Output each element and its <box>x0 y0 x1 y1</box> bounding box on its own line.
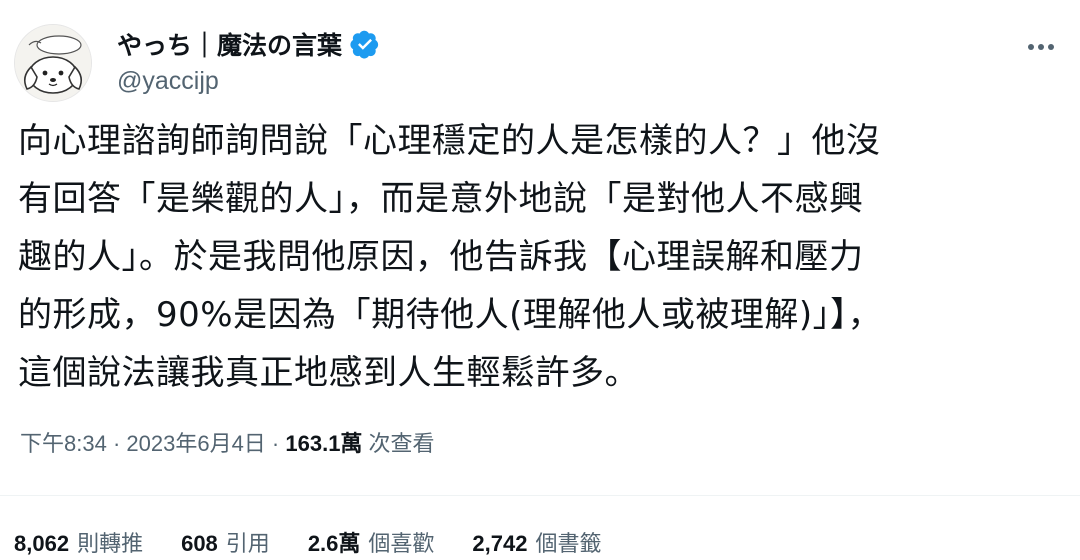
stat-label: 個喜歡 <box>368 531 435 556</box>
stat-label: 個書籤 <box>535 531 602 556</box>
tweet-text-line: 有回答「是樂觀的人」，而是意外地說「是對他人不感興 <box>18 179 864 219</box>
views-label: 次查看 <box>362 431 435 456</box>
author-handle[interactable]: @yaccijp <box>117 67 219 96</box>
engagement-stats: 8,062 則轉推 608 引用 2.6萬 個喜歡 2,742 個書籤 <box>14 526 602 558</box>
likes-stat[interactable]: 2.6萬 個喜歡 <box>308 526 435 558</box>
more-dot-icon <box>1028 44 1034 50</box>
tweet-text-line: 的形成，90%是因為「期待他人(理解他人或被理解)」】， <box>18 295 883 335</box>
tweet-text-line: 趣的人」。於是我問他原因，他告訴我【心理誤解和壓力 <box>18 237 864 277</box>
retweets-stat[interactable]: 8,062 則轉推 <box>14 526 143 558</box>
stat-value: 8,062 <box>14 531 70 556</box>
verified-badge-icon <box>350 30 379 59</box>
avatar[interactable] <box>14 24 92 102</box>
tweet-text-line: 向心理諮詢師詢問說「心理穩定的人是怎樣的人？」他沒 <box>18 121 881 161</box>
bookmarks-stat[interactable]: 2,742 個書籤 <box>472 526 601 558</box>
tweet-time[interactable]: 下午8:34 <box>20 431 107 456</box>
more-dot-icon <box>1048 44 1054 50</box>
views-count: 163.1萬 <box>285 431 363 456</box>
tweet-card: やっち｜魔法の言葉 @yaccijp 向心理諮詢師詢問說「心理穩定的人是怎樣的人… <box>0 0 1080 560</box>
tweet-text: 向心理諮詢師詢問說「心理穩定的人是怎樣的人？」他沒 有回答「是樂觀的人」，而是意… <box>18 112 1058 402</box>
more-dot-icon <box>1038 44 1044 50</box>
stat-value: 608 <box>181 531 218 556</box>
quotes-stat[interactable]: 608 引用 <box>181 526 270 558</box>
meta-separator: · <box>265 431 286 456</box>
display-name[interactable]: やっち｜魔法の言葉 <box>117 26 342 62</box>
more-options-icon[interactable] <box>1024 30 1058 64</box>
divider <box>0 495 1080 496</box>
stat-value: 2.6萬 <box>307 531 361 556</box>
stat-label: 引用 <box>225 531 270 556</box>
avatar-dog-icon <box>15 25 91 101</box>
author-name-row: やっち｜魔法の言葉 <box>117 27 380 61</box>
tweet-date[interactable]: 2023年6月4日 <box>126 431 265 456</box>
stat-label: 則轉推 <box>77 531 144 556</box>
tweet-text-line: 這個說法讓我真正地感到人生輕鬆許多。 <box>18 353 639 393</box>
stat-value: 2,742 <box>472 531 528 556</box>
meta-separator: · <box>106 431 127 456</box>
tweet-meta: 下午8:34 · 2023年6月4日 · 163.1萬 次查看 <box>20 426 435 458</box>
